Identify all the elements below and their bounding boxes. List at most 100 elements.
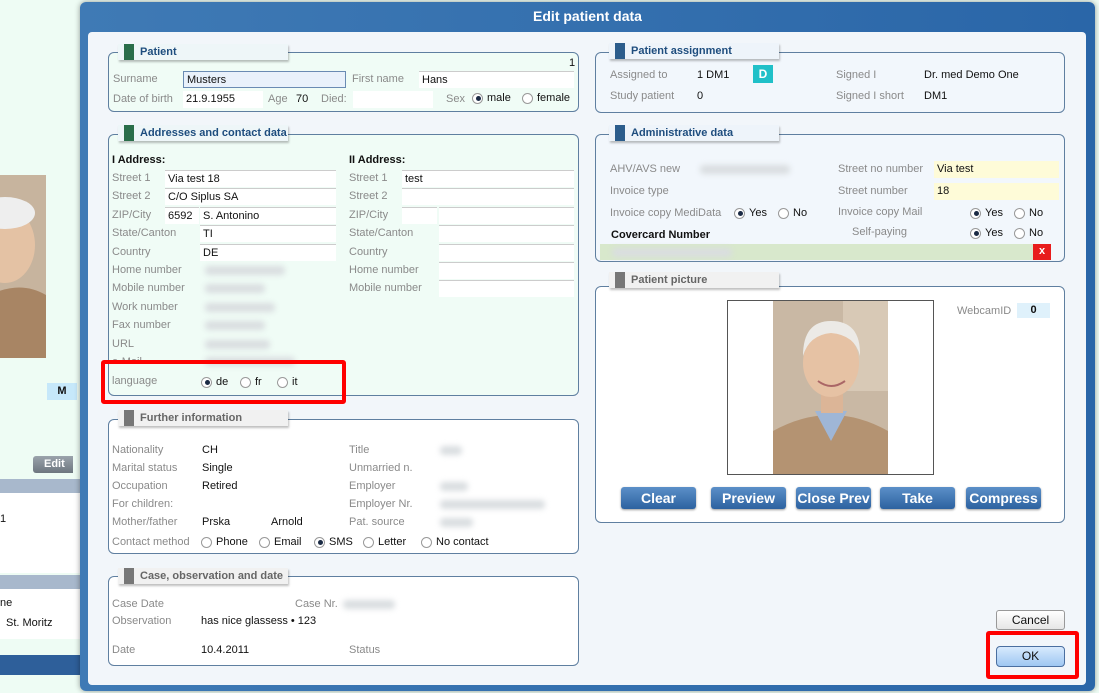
street-no-number-label: Street no number: [838, 163, 923, 175]
father-value[interactable]: Arnold: [271, 516, 303, 528]
medidata-radio-yes[interactable]: Yes: [734, 207, 767, 219]
work-number-value-blurred[interactable]: [205, 303, 275, 312]
employer-nr-value-blurred[interactable]: [440, 500, 545, 509]
radio-label: No: [793, 207, 808, 219]
surname-input[interactable]: Musters: [183, 71, 346, 88]
date-value[interactable]: 10.4.2011: [201, 644, 249, 656]
first-name-input[interactable]: Hans: [419, 71, 574, 88]
city-input[interactable]: S. Antonino: [200, 207, 336, 224]
first-name-label: First name: [352, 73, 404, 85]
age-label: Age: [268, 93, 288, 105]
clear-button[interactable]: Clear: [621, 487, 696, 509]
radio-label: Yes: [985, 227, 1003, 239]
sex-radio-female[interactable]: female: [522, 92, 570, 104]
radio-label: No: [1029, 227, 1044, 239]
take-button[interactable]: Take: [880, 487, 955, 509]
case-section-header: Case, observation and date: [118, 568, 288, 584]
medidata-radio-no[interactable]: No: [778, 207, 807, 219]
radio-icon: [778, 207, 789, 219]
country-input-2[interactable]: [439, 244, 574, 261]
webcam-id-input[interactable]: 0: [1017, 303, 1050, 318]
status-label: Status: [349, 644, 381, 656]
marital-value[interactable]: Single: [202, 462, 233, 474]
edit-button[interactable]: Edit: [33, 456, 73, 473]
case-nr-value-blurred[interactable]: [343, 600, 395, 609]
radio-label: No: [1029, 207, 1044, 219]
url-value-blurred[interactable]: [205, 340, 270, 349]
died-input[interactable]: [353, 91, 433, 108]
dob-input[interactable]: 21.9.1955: [183, 91, 263, 108]
state-input[interactable]: TI: [200, 225, 336, 242]
section-marker-icon: [615, 125, 625, 141]
further-info-section-header: Further information: [118, 410, 288, 426]
assignment-section-header: Patient assignment: [609, 43, 779, 59]
country-label-2: Country: [349, 246, 388, 258]
zip-input-2[interactable]: [402, 207, 437, 224]
street-no-number-input[interactable]: Via test: [934, 161, 1059, 178]
nationality-value[interactable]: CH: [202, 444, 218, 456]
home-number-value-blurred[interactable]: [205, 266, 285, 275]
fax-number-label: Fax number: [112, 319, 171, 331]
mobile-number-input-2[interactable]: [439, 280, 574, 297]
section-title: Patient: [140, 46, 177, 58]
street2-input[interactable]: C/O Siplus SA: [165, 188, 336, 205]
preview-button[interactable]: Preview: [711, 487, 786, 509]
background-list-item: 1: [0, 513, 7, 525]
zip-input[interactable]: 6592: [165, 207, 199, 224]
radio-icon: [1014, 207, 1025, 219]
self-paying-radio-yes[interactable]: Yes: [970, 227, 1003, 239]
state-label: State/Canton: [112, 227, 177, 239]
self-paying-radio-no[interactable]: No: [1014, 227, 1043, 239]
zip-label: ZIP/City: [112, 209, 152, 221]
source-value-blurred[interactable]: [440, 518, 473, 527]
sex-label: Sex: [446, 93, 465, 105]
home-number-input-2[interactable]: [439, 262, 574, 279]
medidata-label: Invoice copy MediData: [610, 207, 722, 219]
employer-value-blurred[interactable]: [440, 482, 468, 491]
contact-radio-sms[interactable]: SMS: [314, 536, 353, 548]
city-input-2[interactable]: [439, 207, 574, 224]
close-preview-button[interactable]: Close Prev: [796, 487, 871, 509]
home-number-label-2: Home number: [349, 264, 419, 276]
contact-radio-no-contact[interactable]: No contact: [421, 536, 489, 548]
section-title: Administrative data: [631, 127, 734, 139]
compress-button[interactable]: Compress: [966, 487, 1041, 509]
signed-short-label: Signed I short: [836, 90, 904, 102]
observation-value[interactable]: has nice glassess • 123: [201, 615, 316, 627]
work-number-label: Work number: [112, 301, 178, 313]
radio-label: Phone: [216, 536, 248, 548]
street1-input-2[interactable]: test: [402, 170, 574, 187]
background-list-item: ne: [0, 597, 13, 609]
doctor-badge[interactable]: D: [753, 65, 773, 83]
country-input[interactable]: DE: [200, 244, 336, 261]
clear-covercard-button[interactable]: x: [1033, 244, 1051, 260]
webcam-label: WebcamID: [957, 305, 1012, 317]
invoice-type-label: Invoice type: [610, 185, 669, 197]
fax-number-value-blurred[interactable]: [205, 321, 265, 330]
parents-label: Mother/father: [112, 516, 178, 528]
mobile-number-value-blurred[interactable]: [205, 284, 265, 293]
contact-method-label: Contact method: [112, 536, 190, 548]
mail-radio-no[interactable]: No: [1014, 207, 1043, 219]
country-label: Country: [112, 246, 151, 258]
street2-input-2[interactable]: [402, 188, 574, 205]
cancel-button[interactable]: Cancel: [996, 610, 1065, 630]
ahv-value-blurred[interactable]: [700, 165, 790, 174]
contact-radio-phone[interactable]: Phone: [201, 536, 248, 548]
contact-radio-email[interactable]: Email: [259, 536, 302, 548]
covercard-input[interactable]: [600, 244, 1044, 260]
contact-radio-letter[interactable]: Letter: [363, 536, 406, 548]
gender-badge: M: [47, 383, 77, 400]
mother-value[interactable]: Prska: [202, 516, 230, 528]
radio-icon: [522, 92, 533, 104]
occupation-value[interactable]: Retired: [202, 480, 237, 492]
street-number-input[interactable]: 18: [934, 183, 1059, 200]
radio-selected-icon: [314, 536, 325, 548]
dialog-title: Edit patient data: [533, 8, 642, 24]
section-marker-icon: [124, 568, 134, 584]
mail-radio-yes[interactable]: Yes: [970, 207, 1003, 219]
state-input-2[interactable]: [439, 225, 574, 242]
street1-input[interactable]: Via test 18: [165, 170, 336, 187]
sex-radio-male[interactable]: male: [472, 92, 511, 104]
title-value-blurred[interactable]: [440, 446, 462, 455]
